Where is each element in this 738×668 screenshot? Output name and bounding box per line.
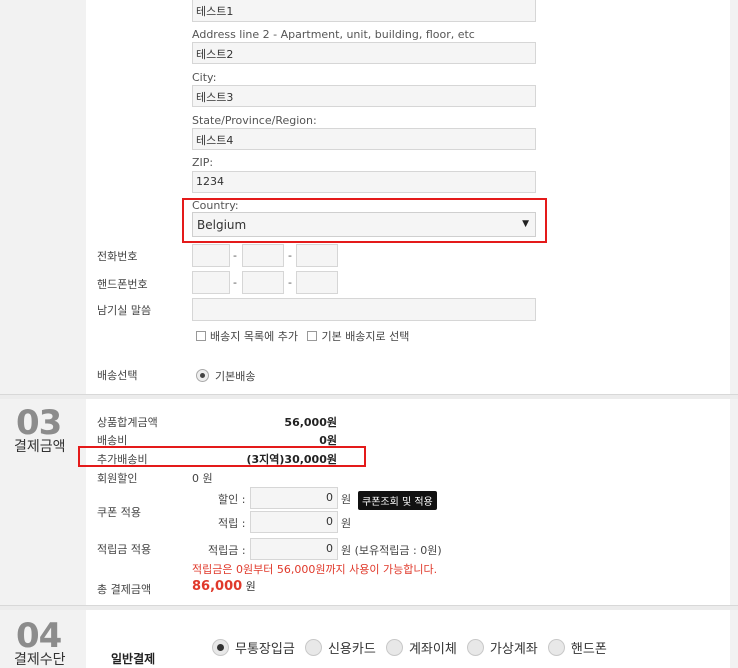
address-line1-input[interactable]: 테스트1: [192, 0, 536, 22]
payment-option-transfer[interactable]: 계좌이체: [385, 639, 457, 657]
address-line2-input[interactable]: 테스트2: [192, 42, 536, 64]
extra-shipping-highlight-box: [78, 446, 366, 467]
payment-option-virtual[interactable]: 가상계좌: [466, 639, 538, 657]
section-4-title: 결제수단: [14, 652, 66, 668]
points-field-label: 적립금 :: [208, 544, 246, 557]
coupon-label: 쿠폰 적용: [97, 506, 141, 519]
payment-option-label: 계좌이체: [408, 642, 457, 657]
coupon-discount-label: 할인 :: [218, 493, 246, 506]
city-label: City:: [192, 71, 217, 84]
coupon-reserve-unit: 원: [341, 517, 352, 530]
phone-label: 전화번호: [97, 250, 138, 263]
payment-option-label: 가상계좌: [489, 642, 538, 657]
mobile-label: 핸드폰번호: [97, 278, 148, 291]
add-to-list-checkbox[interactable]: [196, 331, 206, 341]
points-unit: 원 (보유적립금 : 0원): [341, 544, 442, 557]
shipping-select-label: 배송선택: [97, 369, 138, 382]
radio-icon: [466, 639, 484, 656]
general-payment-label: 일반결제: [111, 652, 156, 666]
phone-dash-1: -: [233, 249, 237, 262]
points-label: 적립금 적용: [97, 543, 152, 556]
address-options: 배송지 목록에 추가 기본 배송지로 선택: [196, 328, 409, 344]
subtotal-label: 상품합계금액: [97, 416, 158, 429]
total-label: 총 결제금액: [97, 583, 152, 596]
points-notice: 적립금은 0원부터 56,000원까지 사용이 가능합니다.: [192, 563, 438, 576]
message-label: 남기실 말씀: [97, 304, 152, 317]
section-3-title: 결제금액: [14, 439, 66, 455]
phone-dash-2: -: [288, 249, 292, 262]
section-separator: [0, 394, 738, 399]
state-input[interactable]: 테스트4: [192, 128, 536, 150]
coupon-discount-input[interactable]: 0: [250, 487, 338, 509]
set-default-label: 기본 배송지로 선택: [321, 330, 410, 343]
right-edge-bg: [730, 0, 738, 668]
payment-option-bank[interactable]: 무통장입금: [212, 639, 295, 657]
points-input[interactable]: 0: [250, 538, 338, 560]
subtotal-value: 56,000원: [284, 416, 337, 429]
coupon-lookup-button[interactable]: 쿠폰조회 및 적용: [358, 491, 437, 510]
member-discount-value: 0 원: [192, 472, 213, 485]
zip-label: ZIP:: [192, 156, 214, 169]
add-to-list-label: 배송지 목록에 추가: [210, 330, 298, 343]
total-unit: 원: [245, 580, 256, 593]
payment-options: 무통장입금 신용카드 계좌이체 가상계좌 핸드폰: [212, 638, 607, 657]
phone-part3-input[interactable]: [296, 244, 338, 267]
payment-option-label: 신용카드: [327, 642, 376, 657]
left-column-bg: [0, 0, 86, 668]
mobile-dash-2: -: [288, 276, 292, 289]
radio-icon: [547, 639, 565, 656]
shipping-default-label: 기본배송: [215, 370, 256, 383]
country-highlight-box: [182, 198, 547, 243]
mobile-dash-1: -: [233, 276, 237, 289]
radio-icon: [304, 639, 322, 656]
mobile-part2-input[interactable]: [242, 271, 284, 294]
coupon-reserve-input[interactable]: 0: [250, 511, 338, 533]
city-input[interactable]: 테스트3: [192, 85, 536, 107]
coupon-discount-unit: 원: [341, 493, 352, 506]
section-separator: [0, 605, 738, 610]
radio-icon: [212, 639, 229, 656]
section-3-number: 03: [16, 403, 62, 443]
phone-part1-input[interactable]: [192, 244, 230, 267]
coupon-reserve-label: 적립 :: [218, 517, 246, 530]
state-label: State/Province/Region:: [192, 114, 317, 127]
payment-option-label: 핸드폰: [570, 642, 607, 657]
zip-input[interactable]: 1234: [192, 171, 536, 193]
set-default-checkbox[interactable]: [307, 331, 318, 341]
member-discount-label: 회원할인: [97, 472, 138, 485]
phone-part2-input[interactable]: [242, 244, 284, 267]
mobile-part1-input[interactable]: [192, 271, 230, 294]
total-value: 86,000: [192, 579, 243, 594]
shipping-option[interactable]: 기본배송: [196, 368, 255, 384]
section-4-number: 04: [16, 616, 62, 656]
address-line2-label: Address line 2 - Apartment, unit, buildi…: [192, 28, 475, 41]
total-amount: 86,000 원: [192, 578, 256, 594]
mobile-part3-input[interactable]: [296, 271, 338, 294]
shipping-default-radio[interactable]: [196, 369, 209, 382]
radio-icon: [385, 639, 403, 656]
payment-option-label: 무통장입금: [235, 642, 295, 657]
payment-option-phone[interactable]: 핸드폰: [547, 639, 607, 657]
message-input[interactable]: [192, 298, 536, 321]
payment-option-card[interactable]: 신용카드: [304, 639, 376, 657]
